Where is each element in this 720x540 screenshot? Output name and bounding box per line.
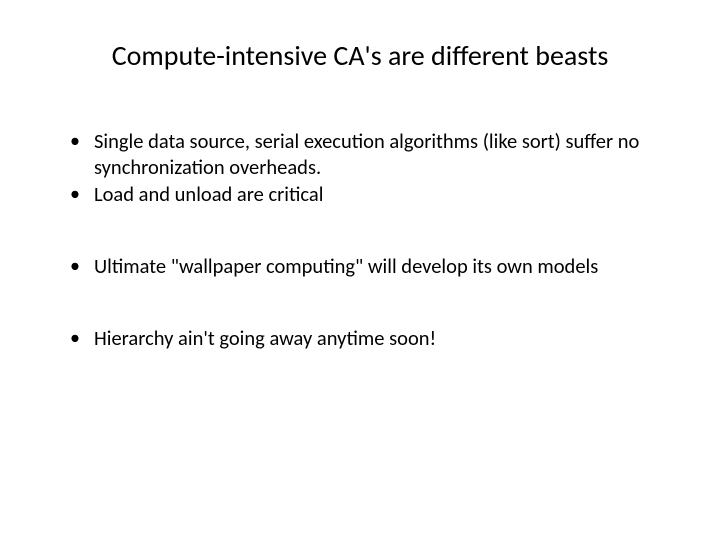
slide-container: Compute-intensive CA's are different bea… [0, 0, 720, 540]
slide-title: Compute-intensive CA's are different bea… [60, 38, 660, 73]
bullet-item: Load and unload are critical [70, 182, 670, 208]
bullet-item: Single data source, serial execution alg… [70, 129, 670, 180]
bullet-item: Hierarchy ain't going away anytime soon! [70, 326, 670, 352]
bullet-list: Single data source, serial execution alg… [50, 129, 670, 351]
bullet-item: Ultimate "wallpaper computing" will deve… [70, 254, 670, 280]
